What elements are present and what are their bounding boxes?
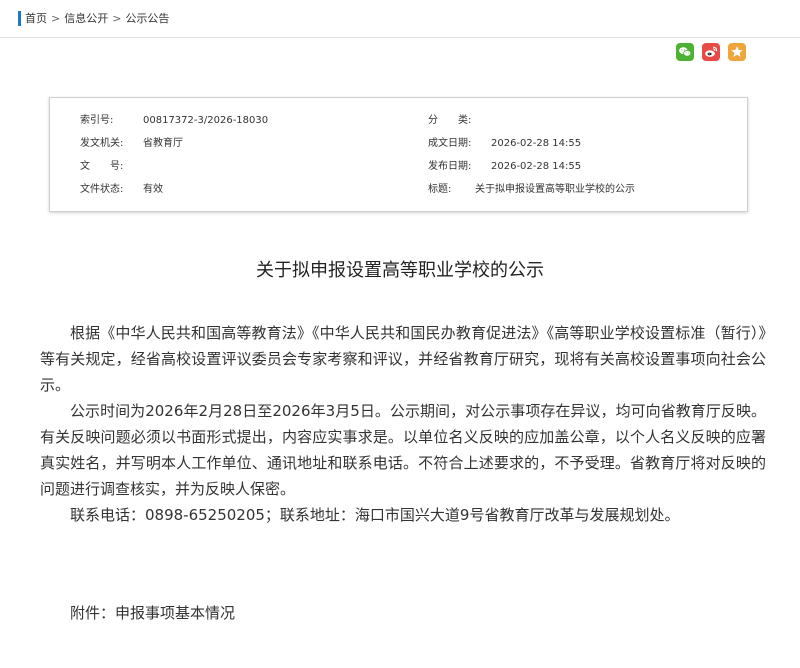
wechat-share-button[interactable] <box>676 43 694 61</box>
status-label: 文件状态: <box>80 184 124 195</box>
breadcrumb-bar: 首页 > 信息公开 > 公示公告 <box>0 0 800 38</box>
wechat-icon <box>679 47 692 57</box>
article-title: 关于拟申报设置高等职业学校的公示 <box>256 260 544 281</box>
doc-number-label: 文 号: <box>80 161 124 172</box>
index-label: 索引号: <box>80 115 114 126</box>
status-value: 有效 <box>143 184 163 195</box>
article-paragraph: 联系电话：0898-65250205；联系地址：海口市国兴大道9号省教育厅改革与… <box>70 506 680 524</box>
weibo-share-button[interactable] <box>702 43 720 61</box>
article-paragraph: 公示时间为2026年2月28日至2026年3月5日。公示期间，对公示事项存在异议… <box>40 402 766 498</box>
breadcrumb-info-public-link[interactable]: 信息公开 <box>64 12 108 25</box>
attachment-row: 附件：申报事项基本情况 <box>70 602 235 624</box>
star-icon <box>731 46 743 57</box>
breadcrumb-marker <box>18 11 21 26</box>
issuer-label: 发文机关: <box>80 138 124 149</box>
article-paragraph: 根据《中华人民共和国高等教育法》《中华人民共和国民办教育促进法》《高等职业学校设… <box>40 324 766 394</box>
attachment-link[interactable]: 申报事项基本情况 <box>115 604 235 622</box>
breadcrumb: 首页 > 信息公开 > 公示公告 <box>25 11 169 26</box>
category-label: 分 类: <box>428 115 472 126</box>
attachment-label: 附件： <box>70 604 116 622</box>
article-body: 根据《中华人民共和国高等教育法》《中华人民共和国民办教育促进法》《高等职业学校设… <box>40 320 766 528</box>
created-date-value: 2026-02-28 14:55 <box>491 138 582 149</box>
info-title-value: 关于拟申报设置高等职业学校的公示 <box>475 184 635 195</box>
published-date-label: 发布日期: <box>428 161 472 172</box>
published-date-value: 2026-02-28 14:55 <box>491 161 582 172</box>
breadcrumb-announcement-link[interactable]: 公示公告 <box>125 12 169 25</box>
index-value: 00817372-3/2026-18030 <box>143 115 269 126</box>
breadcrumb-separator: > <box>112 12 122 25</box>
weibo-icon <box>705 46 718 57</box>
favorite-button[interactable] <box>728 43 746 61</box>
issuer-value: 省教育厅 <box>143 138 183 149</box>
breadcrumb-separator: > <box>51 12 61 25</box>
info-title-label: 标题: <box>428 184 452 195</box>
breadcrumb-home-link[interactable]: 首页 <box>25 12 47 25</box>
document-info-panel: 索引号: 00817372-3/2026-18030 分 类: 发文机关: 省教… <box>49 97 748 212</box>
created-date-label: 成文日期: <box>428 138 472 149</box>
